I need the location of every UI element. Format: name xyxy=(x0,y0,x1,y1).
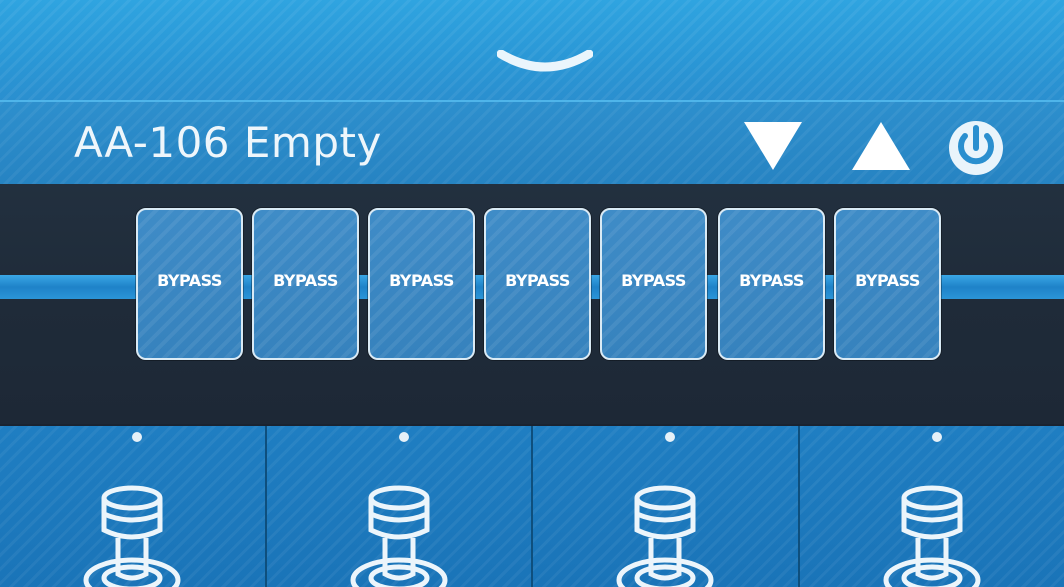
footswitch-icon xyxy=(83,485,181,587)
footswitch-icon xyxy=(883,485,981,587)
led-indicator xyxy=(665,432,676,442)
fx-slot-label: BYPASS xyxy=(273,270,338,290)
preset-name[interactable]: AA-106 Empty xyxy=(74,118,382,167)
led-indicator xyxy=(398,432,409,442)
footswitch-row xyxy=(0,426,1064,587)
fx-slot-label: BYPASS xyxy=(389,270,454,290)
led-indicator xyxy=(132,432,143,442)
footswitch-1[interactable] xyxy=(0,426,265,587)
triangle-up-icon[interactable] xyxy=(850,118,912,172)
footswitch-3[interactable] xyxy=(531,426,798,587)
fx-slot-6[interactable]: BYPASS xyxy=(718,208,825,360)
fx-slot-label: BYPASS xyxy=(739,270,804,290)
footswitch-icon xyxy=(616,485,714,587)
footswitch-2[interactable] xyxy=(264,426,531,587)
fx-slot-label: BYPASS xyxy=(855,270,920,290)
led-indicator xyxy=(931,432,942,442)
pedal-screen: AA-106 Empty BYPASS BYPASS BYPASS BYPASS xyxy=(0,0,1064,587)
fx-slot-7[interactable]: BYPASS xyxy=(834,208,941,360)
effects-chain: BYPASS BYPASS BYPASS BYPASS BYPASS BYPAS… xyxy=(0,184,1064,424)
fx-slot-3[interactable]: BYPASS xyxy=(368,208,475,360)
fx-slot-2[interactable]: BYPASS xyxy=(252,208,359,360)
top-drawer-strip[interactable] xyxy=(0,0,1064,100)
preset-header: AA-106 Empty xyxy=(0,100,1064,186)
fx-slot-1[interactable]: BYPASS xyxy=(136,208,243,360)
fx-slot-label: BYPASS xyxy=(505,270,570,290)
triangle-down-icon[interactable] xyxy=(742,118,804,172)
fx-slot-label: BYPASS xyxy=(621,270,686,290)
fx-slot-5[interactable]: BYPASS xyxy=(600,208,707,360)
footswitch-icon xyxy=(350,485,448,587)
footswitch-4[interactable] xyxy=(797,426,1064,587)
chevron-down-icon[interactable] xyxy=(497,50,593,76)
fx-slot-4[interactable]: BYPASS xyxy=(484,208,591,360)
fx-slot-label: BYPASS xyxy=(157,270,222,290)
power-icon[interactable] xyxy=(944,114,1008,178)
